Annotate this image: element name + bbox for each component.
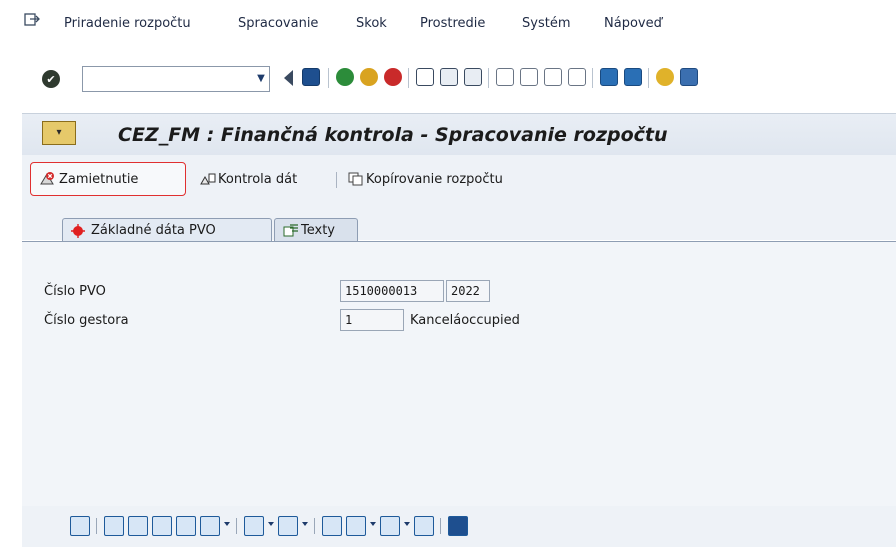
menu-item-system[interactable]: Systém: [522, 16, 570, 31]
tab-texts[interactable]: Texty: [274, 218, 358, 242]
print-icon[interactable]: [416, 68, 434, 86]
separator: [440, 518, 441, 534]
command-field[interactable]: [82, 66, 270, 92]
first-page-icon[interactable]: [496, 68, 514, 86]
copy-budget-button[interactable]: Kopírovanie rozpočtu: [348, 162, 503, 196]
shortcut-icon[interactable]: [624, 68, 642, 86]
export-dropdown-icon[interactable]: [370, 522, 376, 526]
subtotal-icon[interactable]: [278, 516, 298, 536]
pvo-year-field[interactable]: 2022: [446, 280, 490, 302]
sum-dropdown-icon[interactable]: [268, 522, 274, 526]
separator: [488, 68, 489, 88]
grid-icon[interactable]: [414, 516, 434, 536]
separator: [328, 68, 329, 88]
info-icon[interactable]: [448, 516, 468, 536]
menu-item-prostredie[interactable]: Prostredie: [420, 16, 485, 31]
reject-button-label: Zamietnutie: [59, 171, 139, 187]
menu-item-priradenie[interactable]: Priradenie rozpočtu: [64, 16, 191, 31]
find-icon[interactable]: [440, 68, 458, 86]
details-icon[interactable]: [70, 516, 90, 536]
copy-budget-label: Kopírovanie rozpočtu: [366, 171, 503, 187]
copy-icon: [348, 171, 364, 187]
find-icon[interactable]: [152, 516, 172, 536]
find-next-icon[interactable]: [464, 68, 482, 86]
tab-texts-label: Texty: [301, 223, 335, 238]
separator: [236, 518, 237, 534]
menu-item-skok[interactable]: Skok: [356, 16, 387, 31]
subtotal-dropdown-icon[interactable]: [302, 522, 308, 526]
cancel-icon[interactable]: [384, 68, 402, 86]
filter-icon[interactable]: [128, 516, 148, 536]
menu-item-spracovanie[interactable]: Spracovanie: [238, 16, 318, 31]
find-next-icon[interactable]: [176, 516, 196, 536]
menu-exit-icon[interactable]: [24, 13, 40, 27]
separator: [314, 518, 315, 534]
previous-page-icon[interactable]: [520, 68, 538, 86]
separator: [648, 68, 649, 88]
command-dropdown-icon[interactable]: ▼: [254, 68, 268, 88]
tab-basic-data[interactable]: Základné dáta PVO: [62, 218, 272, 242]
separator: [336, 172, 337, 188]
texts-icon: [283, 223, 299, 238]
reject-icon: [39, 171, 55, 187]
gestor-name-text: Kanceláoccupied: [410, 313, 520, 328]
reject-button[interactable]: Zamietnutie: [30, 162, 186, 196]
layout-icon[interactable]: [380, 516, 400, 536]
status-red-icon: [71, 223, 85, 238]
enter-check-icon[interactable]: ✔: [42, 70, 60, 88]
check-data-label: Kontrola dát: [218, 171, 298, 187]
separator: [408, 68, 409, 88]
layout-dropdown-icon[interactable]: [404, 522, 410, 526]
last-page-icon[interactable]: [568, 68, 586, 86]
separator: [96, 518, 97, 534]
layout-menu-icon[interactable]: [680, 68, 698, 86]
menu-item-napoved[interactable]: Nápoveď: [604, 16, 662, 31]
print-preview-icon[interactable]: [322, 516, 342, 536]
pvo-number-field[interactable]: 1510000013: [340, 280, 444, 302]
gestor-number-field[interactable]: 1: [340, 309, 404, 331]
save-icon[interactable]: [302, 68, 320, 86]
exit-icon[interactable]: [360, 68, 378, 86]
page-title: CEZ_FM : Finančná kontrola - Spracovanie…: [118, 124, 668, 146]
check-data-icon: [200, 171, 216, 187]
new-session-icon[interactable]: [600, 68, 618, 86]
separator: [592, 68, 593, 88]
back-icon[interactable]: [336, 68, 354, 86]
help-icon[interactable]: [656, 68, 674, 86]
application-menu-icon[interactable]: ▾: [42, 121, 76, 145]
export-icon[interactable]: [346, 516, 366, 536]
filter-dropdown-icon[interactable]: [224, 522, 230, 526]
tab-basic-data-label: Základné dáta PVO: [91, 223, 216, 238]
back-arrow-icon[interactable]: [284, 70, 293, 86]
sort-ascending-icon[interactable]: [104, 516, 124, 536]
next-page-icon[interactable]: [544, 68, 562, 86]
set-filter-icon[interactable]: [200, 516, 220, 536]
sum-icon[interactable]: [244, 516, 264, 536]
gestor-number-label: Číslo gestora: [44, 313, 129, 328]
check-data-button[interactable]: Kontrola dát: [200, 162, 297, 196]
pvo-number-label: Číslo PVO: [44, 284, 106, 299]
